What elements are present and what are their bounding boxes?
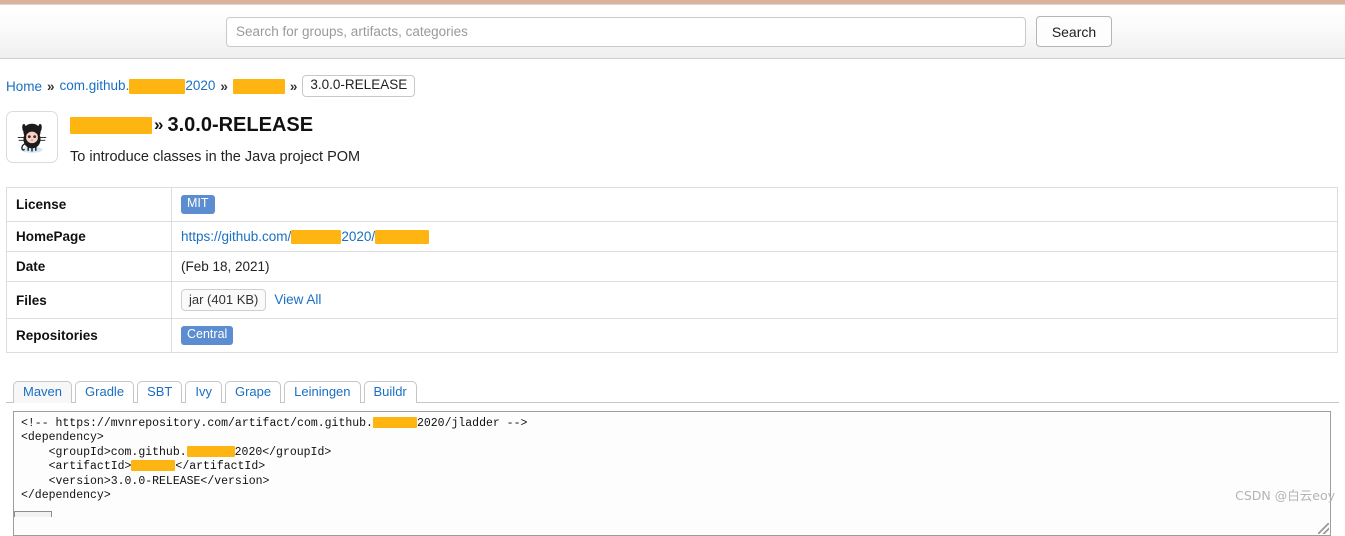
- breadcrumb-item-artifact[interactable]: [232, 78, 285, 94]
- redaction-block-artifact-name: [70, 116, 152, 134]
- code-line-2: <dependency>: [21, 431, 104, 445]
- row-value-date: (Feb 18, 2021): [171, 251, 1338, 283]
- code-line-3-prefix: <groupId>com.github.: [21, 445, 187, 459]
- homepage-mid: 2020/: [341, 228, 376, 244]
- artifact-text-block: » 3.0.0-RELEASE To introduce classes in …: [70, 111, 360, 165]
- tab-grape[interactable]: Grape: [224, 381, 282, 403]
- row-value-license: MIT: [171, 187, 1338, 222]
- tab-sbt[interactable]: SBT: [137, 381, 183, 403]
- search-button[interactable]: Search: [1036, 16, 1112, 47]
- title-separator: »: [154, 115, 164, 134]
- search-input[interactable]: [226, 16, 1026, 47]
- tab-gradle[interactable]: Gradle: [75, 381, 135, 403]
- build-tool-tabs: Maven Gradle SBT Ivy Grape Leiningen Bui…: [6, 379, 1339, 403]
- row-label-homepage: HomePage: [6, 220, 172, 253]
- artifact-description: To introduce classes in the Java project…: [70, 149, 361, 165]
- redaction-block-breadcrumb-artifact: [232, 78, 285, 94]
- table-row: Repositories Central: [6, 318, 1338, 353]
- code-line-1-mid: 2020/jladder -->: [416, 416, 528, 430]
- repository-badge-central[interactable]: Central: [181, 326, 234, 345]
- redaction-block-code-line4: [131, 460, 176, 472]
- homepage-prefix: https://github.com/: [181, 228, 292, 244]
- tab-ivy[interactable]: Ivy: [185, 381, 222, 403]
- table-row: License MIT: [6, 187, 1338, 222]
- code-line-1-prefix: <!-- https://mvnrepository.com/artifact/…: [21, 416, 373, 430]
- breadcrumb-item-group[interactable]: com.github. 2020: [59, 78, 216, 94]
- row-label-files: Files: [6, 281, 172, 320]
- tab-maven[interactable]: Maven: [13, 381, 73, 403]
- breadcrumb-separator: »: [47, 78, 55, 94]
- copy-button-partial[interactable]: [14, 511, 52, 517]
- code-line-5: <version>3.0.0-RELEASE</version>: [21, 474, 270, 488]
- license-badge[interactable]: MIT: [181, 195, 215, 214]
- view-all-files-link[interactable]: View All: [274, 292, 321, 307]
- redaction-block-code-line3: [186, 445, 235, 457]
- table-row: HomePage https://github.com/2020/: [6, 220, 1338, 253]
- breadcrumb-item-version: 3.0.0-RELEASE: [302, 75, 416, 97]
- code-line-4-suffix: </artifactId>: [175, 460, 266, 474]
- tab-leiningen[interactable]: Leiningen: [284, 381, 361, 403]
- code-line-3-suffix: 2020</groupId>: [234, 445, 332, 459]
- page-title: » 3.0.0-RELEASE: [70, 112, 360, 138]
- tab-buildr[interactable]: Buildr: [363, 381, 417, 403]
- redaction-block-homepage-repo: [375, 230, 430, 245]
- artifact-version: 3.0.0-RELEASE: [167, 113, 314, 136]
- redaction-block-homepage-user: [291, 230, 342, 245]
- row-value-homepage: https://github.com/2020/: [171, 220, 1338, 253]
- dependency-snippet-textarea[interactable]: <!-- https://mvnrepository.com/artifact/…: [13, 410, 1331, 536]
- row-label-date: Date: [6, 251, 172, 283]
- homepage-link[interactable]: https://github.com/2020/: [181, 228, 430, 245]
- breadcrumb-item-home[interactable]: Home: [6, 79, 42, 94]
- breadcrumb-separator: »: [220, 78, 228, 94]
- redaction-block-code-line1: [372, 416, 417, 428]
- table-row: Date (Feb 18, 2021): [6, 251, 1338, 283]
- row-value-repositories: Central: [171, 318, 1338, 353]
- breadcrumb-group-prefix: com.github.: [59, 78, 130, 94]
- page-content: Home » com.github. 2020 » » 3.0.0-RELEASE: [0, 75, 1345, 536]
- resize-handle[interactable]: [1318, 522, 1329, 534]
- redaction-block-breadcrumb-group: [129, 78, 186, 94]
- code-line-4-prefix: <artifactId>: [21, 460, 132, 474]
- site-header: Search: [0, 5, 1345, 59]
- row-label-repositories: Repositories: [6, 318, 172, 353]
- github-octocat-icon: [6, 111, 58, 163]
- breadcrumb-separator: »: [289, 78, 298, 94]
- table-row: Files jar (401 KB) View All: [6, 281, 1338, 320]
- breadcrumb-group-suffix: 2020: [185, 78, 216, 94]
- row-value-files: jar (401 KB) View All: [171, 281, 1338, 320]
- code-line-6: </dependency>: [21, 489, 111, 503]
- breadcrumb: Home » com.github. 2020 » » 3.0.0-RELEASE: [6, 75, 1339, 97]
- file-chip-jar[interactable]: jar (401 KB): [181, 289, 267, 312]
- artifact-info-table: License MIT HomePage https://github.com/…: [6, 187, 1338, 353]
- artifact-header: » 3.0.0-RELEASE To introduce classes in …: [6, 111, 1339, 165]
- row-label-license: License: [6, 187, 172, 222]
